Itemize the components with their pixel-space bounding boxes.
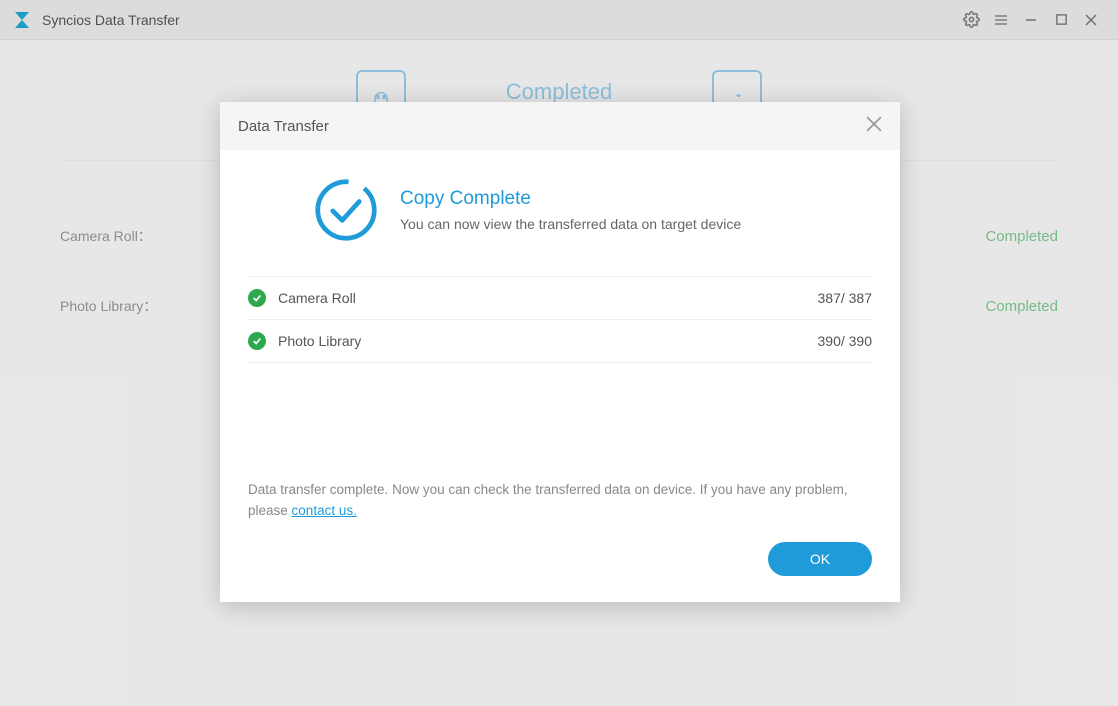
modal-header: Data Transfer — [220, 102, 900, 150]
item-name: Photo Library — [278, 333, 818, 349]
item-count: 390/ 390 — [818, 333, 873, 349]
success-checkmark-icon — [314, 178, 378, 242]
result-summary: Copy Complete You can now view the trans… — [248, 178, 872, 242]
transfer-list: Camera Roll 387/ 387 Photo Library 390/ … — [248, 276, 872, 363]
item-count: 387/ 387 — [818, 290, 873, 306]
modal-title: Data Transfer — [238, 118, 329, 135]
list-item: Photo Library 390/ 390 — [248, 320, 872, 363]
close-icon[interactable] — [866, 116, 882, 136]
check-icon — [248, 289, 266, 307]
item-name: Camera Roll — [278, 290, 818, 306]
result-subtext: You can now view the transferred data on… — [400, 216, 741, 232]
result-heading: Copy Complete — [400, 188, 741, 210]
data-transfer-modal: Data Transfer Copy Complete You can now … — [220, 102, 900, 602]
footer-note: Data transfer complete. Now you can chec… — [248, 479, 872, 522]
contact-us-link[interactable]: contact us. — [292, 503, 357, 518]
ok-button[interactable]: OK — [768, 542, 872, 576]
list-item: Camera Roll 387/ 387 — [248, 277, 872, 320]
check-icon — [248, 332, 266, 350]
modal-footer: OK — [248, 542, 872, 602]
modal-body: Copy Complete You can now view the trans… — [220, 150, 900, 602]
